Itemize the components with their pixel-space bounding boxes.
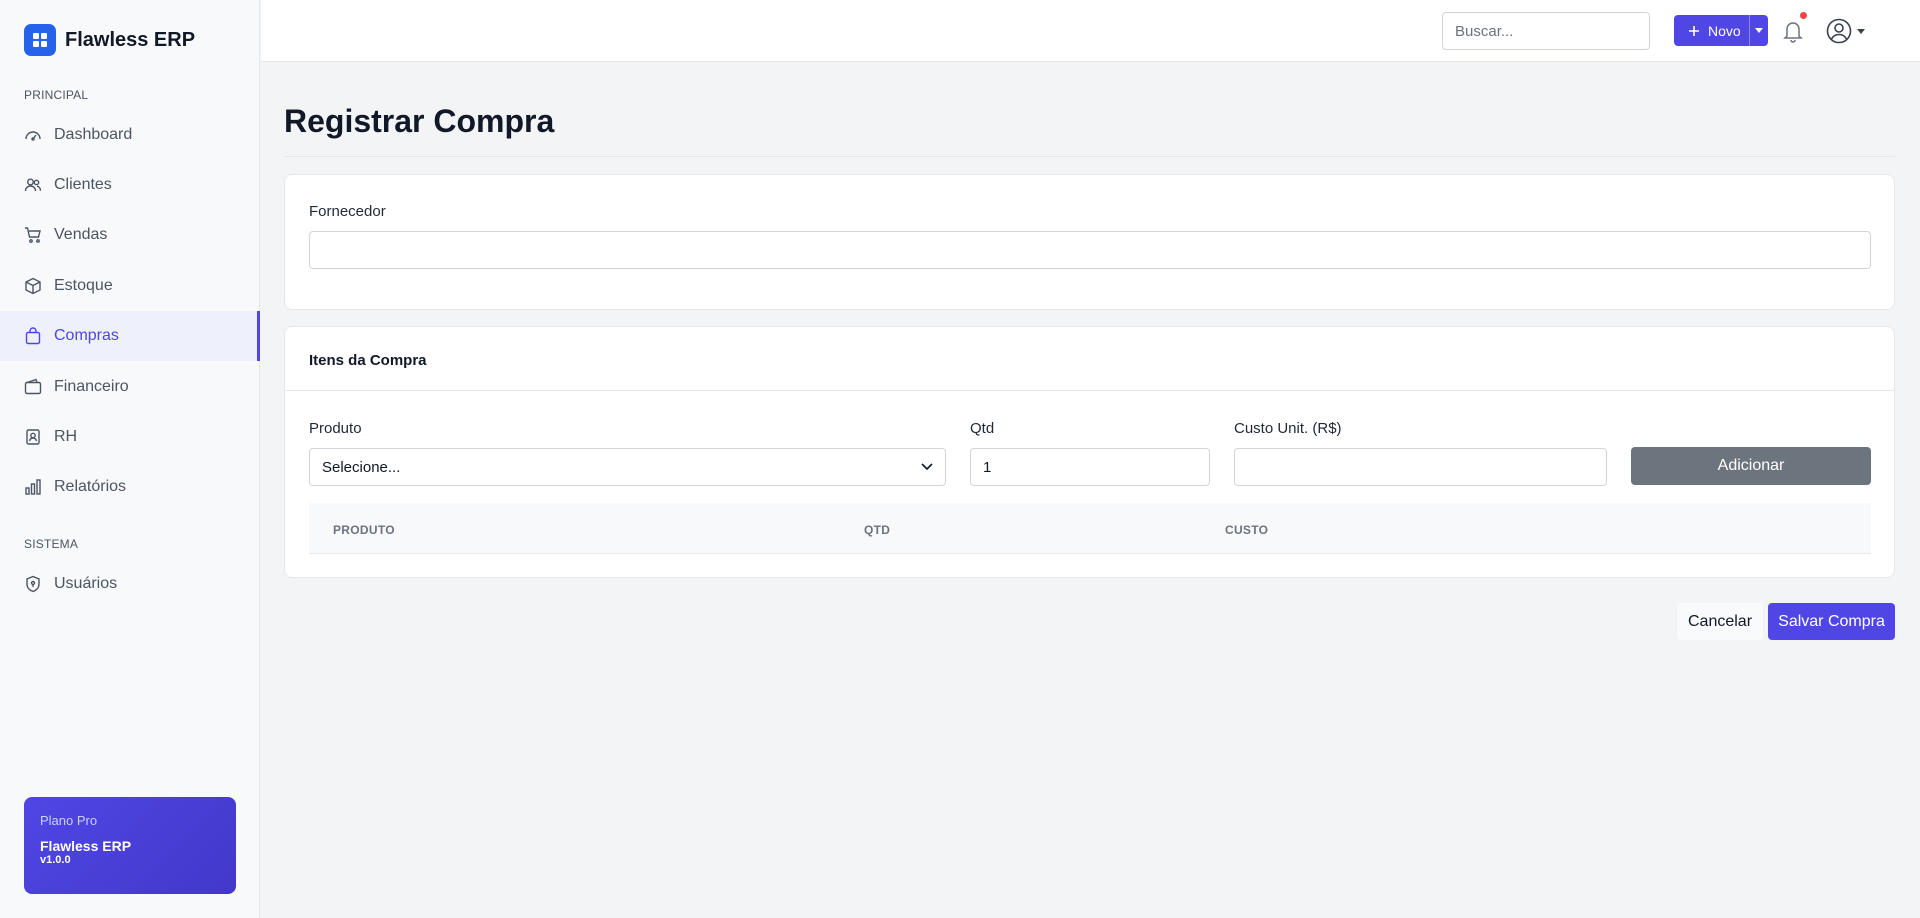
sidebar-item-estoque[interactable]: Estoque (0, 261, 260, 311)
grid-logo-icon (24, 24, 56, 56)
sidebar-item-label: Dashboard (54, 126, 133, 143)
supplier-card: Fornecedor (284, 174, 1895, 310)
items-card-title: Itens da Compra (309, 352, 427, 369)
cost-input[interactable] (1234, 448, 1607, 486)
sidebar-item-label: Financeiro (54, 378, 129, 395)
brand[interactable]: Flawless ERP (24, 24, 195, 56)
sidebar-item-clientes[interactable]: Clientes (0, 160, 260, 210)
product-label: Produto (309, 420, 362, 437)
box-icon (25, 277, 41, 295)
new-dropdown-toggle[interactable] (1749, 15, 1768, 46)
sidebar-item-financeiro[interactable]: Financeiro (0, 362, 260, 412)
divider (284, 156, 1895, 157)
sidebar-item-label: Estoque (54, 277, 113, 294)
column-header-qtd: QTD (864, 523, 891, 537)
sidebar-item-label: Usuários (54, 575, 118, 592)
section-label-sistema: SISTEMA (24, 537, 79, 551)
sidebar-item-relatorios[interactable]: Relatórios (0, 462, 260, 512)
gauge-icon (25, 131, 41, 141)
sidebar: Flawless ERP PRINCIPAL Dashboard Cliente… (0, 0, 260, 918)
sidebar-item-usuarios[interactable]: Usuários (0, 559, 260, 609)
items-card-header: Itens da Compra (285, 327, 1894, 391)
page-title: Registrar Compra (284, 103, 555, 139)
user-menu[interactable] (1826, 18, 1865, 44)
column-header-custo: CUSTO (1225, 523, 1269, 537)
sidebar-item-vendas[interactable]: Vendas (0, 210, 260, 260)
add-item-button[interactable]: Adicionar (1631, 447, 1871, 485)
qty-input[interactable]: 1 (970, 448, 1210, 486)
section-label-principal: PRINCIPAL (24, 88, 89, 102)
supplier-input[interactable] (309, 231, 1871, 269)
caret-down-icon (1857, 28, 1865, 34)
search-input[interactable] (1442, 12, 1650, 50)
product-select[interactable]: Selecione... (309, 448, 946, 486)
wallet-icon (24, 378, 42, 395)
sidebar-item-rh[interactable]: RH (0, 412, 260, 462)
plan-name: Flawless ERP (40, 838, 132, 854)
cancel-button[interactable]: Cancelar (1677, 603, 1763, 640)
column-header-produto: PRODUTO (333, 523, 395, 537)
caret-down-icon (1755, 28, 1763, 33)
product-select-value: Selecione... (322, 458, 401, 476)
bag-icon (25, 327, 41, 345)
sidebar-item-label: Relatórios (54, 478, 127, 495)
new-button-label: Novo (1708, 22, 1741, 39)
cart-icon (25, 227, 41, 243)
sidebar-item-compras[interactable]: Compras (0, 311, 260, 361)
shield-icon (26, 575, 40, 593)
plan-label: Plano Pro (40, 813, 98, 828)
notification-badge (1800, 12, 1807, 19)
chevron-down-icon (921, 463, 933, 471)
brand-name: Flawless ERP (65, 28, 196, 51)
items-card: Itens da Compra Produto Selecione... Qtd… (284, 326, 1895, 578)
topbar (261, 0, 1920, 62)
bell-icon[interactable] (1782, 19, 1804, 43)
new-button[interactable]: Novo (1674, 15, 1768, 46)
bar-chart-icon (25, 479, 41, 495)
sidebar-item-label: RH (54, 428, 78, 445)
sidebar-item-dashboard[interactable]: Dashboard (0, 110, 260, 160)
plan-card: Plano Pro Flawless ERP v1.0.0 (24, 797, 236, 894)
user-avatar-icon (1826, 18, 1852, 44)
qty-label: Qtd (970, 420, 995, 437)
plan-version: v1.0.0 (40, 854, 71, 866)
users-icon (24, 178, 42, 192)
cost-label: Custo Unit. (R$) (1234, 420, 1342, 437)
sidebar-item-label: Vendas (54, 226, 108, 243)
sidebar-item-label: Clientes (54, 176, 112, 193)
items-table-header: PRODUTO QTD CUSTO (309, 503, 1871, 554)
plus-icon (1689, 25, 1699, 36)
supplier-label: Fornecedor (309, 203, 386, 220)
sidebar-item-label: Compras (54, 327, 119, 344)
new-button-main[interactable]: Novo (1674, 15, 1749, 46)
save-purchase-button[interactable]: Salvar Compra (1768, 603, 1895, 640)
badge-icon (26, 429, 40, 445)
